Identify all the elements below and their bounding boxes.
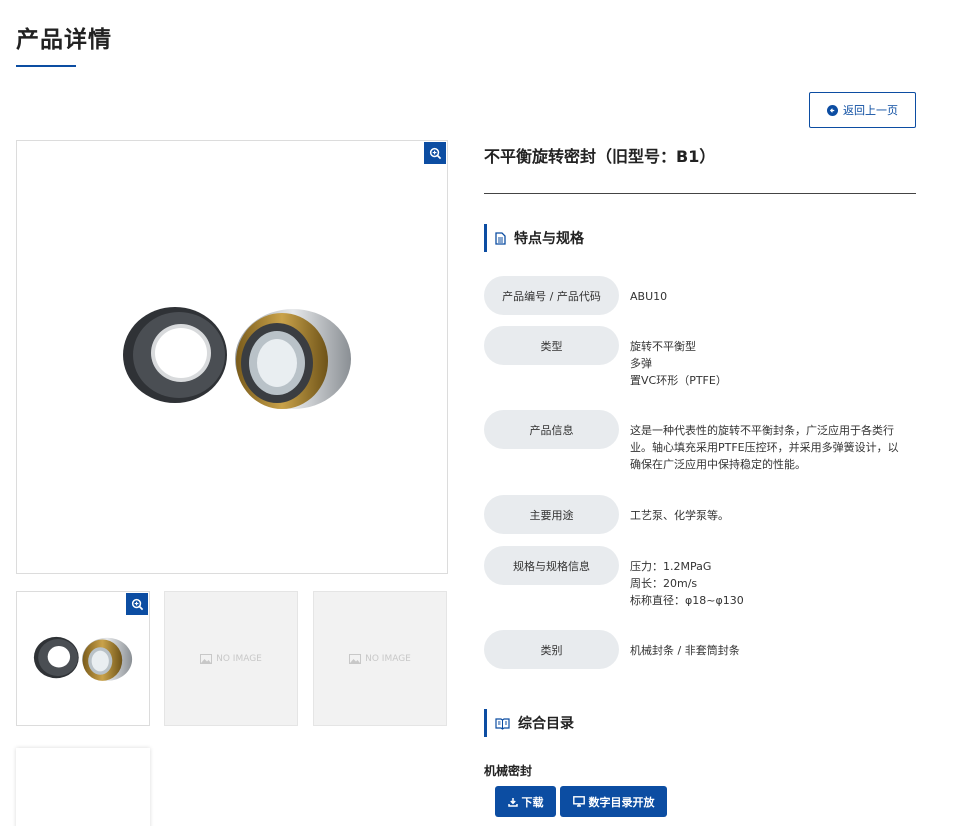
spec-label: 类别: [484, 630, 619, 669]
back-button[interactable]: 返回上一页: [809, 92, 916, 128]
document-icon: [495, 231, 506, 245]
spec-value: 机械封条 / 非套筒封条: [630, 642, 915, 659]
download-button[interactable]: 下载: [495, 786, 556, 817]
thumbnail-2[interactable]: NO IMAGE: [164, 591, 298, 726]
catalog-section-title: 综合目录: [518, 716, 574, 732]
spec-value-line: 置VC环形（PTFE）: [630, 374, 727, 387]
image-placeholder-icon: [200, 653, 213, 664]
placeholder-text: NO IMAGE: [365, 653, 411, 664]
spec-value-line: 确保在广泛应用中保持稳定的性能。: [630, 458, 806, 471]
spec-section-title: 特点与规格: [514, 231, 584, 247]
spec-value-line: 多弹: [630, 357, 652, 370]
spec-value-line: 旋转不平衡型: [630, 340, 696, 353]
spec-label: 规格与规格信息: [484, 546, 619, 585]
divider: [484, 193, 916, 194]
main-product-image[interactable]: [16, 140, 448, 574]
spec-label: 产品编号 / 产品代码: [484, 276, 619, 315]
spec-section-heading: 特点与规格: [484, 224, 584, 252]
section-accent-bar: [484, 709, 487, 737]
spec-value: 这是一种代表性的旋转不平衡封条，广泛应用于各类行 业。轴心填充采用PTFE压控环…: [630, 422, 915, 473]
title-underline: [16, 65, 76, 67]
spec-value-line: 机械封条 / 非套筒封条: [630, 644, 740, 657]
page-title: 产品详情: [16, 27, 112, 53]
arrow-left-icon: [827, 104, 838, 116]
catalog-section-heading: 综合目录: [484, 709, 574, 737]
product-detail-page: 产品详情 返回上一页 NO IMAGE NO IMAGE 不平衡旋转密封（旧型号…: [0, 0, 973, 826]
thumbnail-4[interactable]: [16, 748, 150, 826]
spec-label: 类型: [484, 326, 619, 365]
zoom-in-icon[interactable]: [424, 142, 446, 164]
thumbnail-3[interactable]: NO IMAGE: [313, 591, 447, 726]
spec-value-line: 周长：20m/s: [630, 577, 698, 590]
back-button-label: 返回上一页: [843, 104, 898, 117]
spec-value-line: 这是一种代表性的旋转不平衡封条，广泛应用于各类行: [630, 424, 894, 437]
download-button-label: 下载: [521, 795, 544, 809]
spec-value-line: 工艺泵、化学泵等。: [630, 509, 729, 522]
catalog-item-label: 机械密封: [484, 764, 533, 778]
spec-label: 产品信息: [484, 410, 619, 449]
thumbnail-1[interactable]: [16, 591, 150, 726]
monitor-icon: [572, 796, 585, 807]
spec-value-line: 标称直径：φ18~φ130: [630, 594, 744, 607]
product-name: 不平衡旋转密封（旧型号：B1）: [484, 147, 716, 166]
spec-value-line: 业。轴心填充采用PTFE压控环，并采用多弹簧设计，以: [630, 441, 899, 454]
section-accent-bar: [484, 224, 487, 252]
digital-catalog-button[interactable]: 数字目录开放: [560, 786, 667, 817]
spec-value: ABU10: [630, 288, 915, 305]
digital-catalog-button-label: 数字目录开放: [588, 795, 655, 809]
spec-value: 工艺泵、化学泵等。: [630, 507, 915, 524]
placeholder-text: NO IMAGE: [216, 653, 262, 664]
book-icon: [495, 717, 510, 730]
seal-thumbnail-photo: [33, 636, 133, 681]
spec-value-line: 压力：1.2MPaG: [630, 560, 712, 573]
spec-value: 压力：1.2MPaG 周长：20m/s 标称直径：φ18~φ130: [630, 558, 915, 609]
spec-label: 主要用途: [484, 495, 619, 534]
download-icon: [507, 797, 518, 807]
spec-value: 旋转不平衡型 多弹 置VC环形（PTFE）: [630, 338, 915, 389]
seal-product-photo: [123, 307, 351, 409]
spec-value-line: ABU10: [630, 290, 668, 303]
image-placeholder-icon: [349, 653, 362, 664]
zoom-in-icon[interactable]: [126, 593, 148, 615]
